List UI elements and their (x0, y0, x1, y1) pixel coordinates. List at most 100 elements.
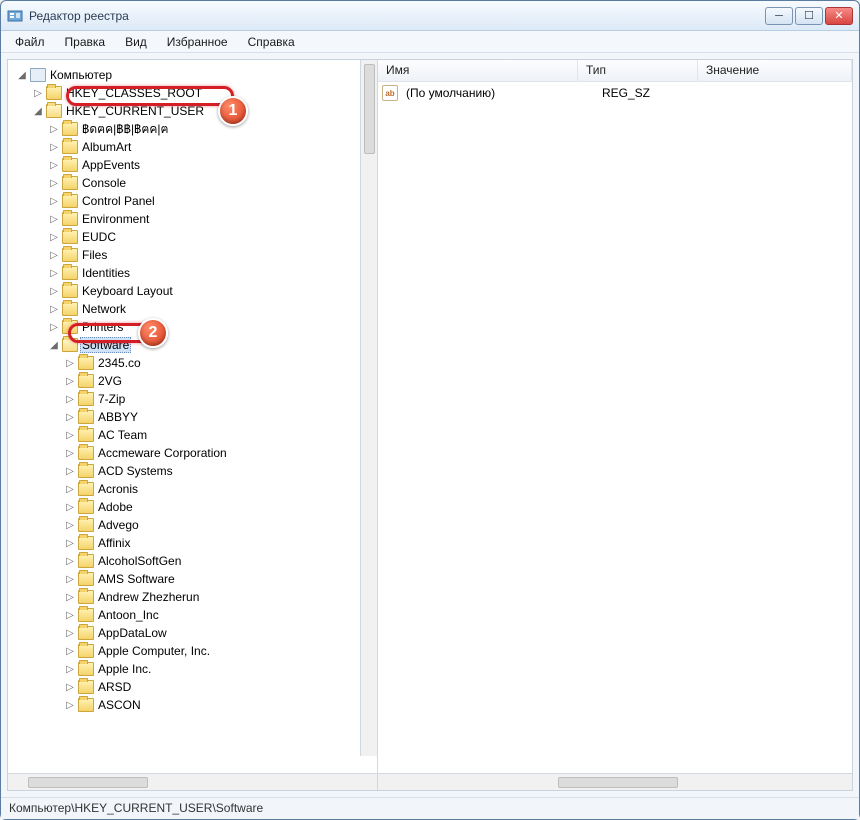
expand-icon[interactable]: ▷ (64, 645, 76, 657)
tree-horizontal-scrollbar[interactable] (8, 773, 377, 790)
folder-icon (78, 500, 94, 514)
expand-icon[interactable]: ▷ (64, 447, 76, 459)
tree-item[interactable]: ▷ARSD (64, 678, 359, 696)
tree-item[interactable]: ▷EUDC (48, 228, 359, 246)
tree-item[interactable]: ▷AC Team (64, 426, 359, 444)
close-button[interactable]: ✕ (825, 7, 853, 25)
tree-item[interactable]: ▷Environment (48, 210, 359, 228)
tree-item[interactable]: ▷Acronis (64, 480, 359, 498)
expand-icon[interactable]: ▷ (48, 159, 60, 171)
tree-item[interactable]: ▷ASCON (64, 696, 359, 714)
tree-item[interactable]: ▷ Antoon_Inc (64, 606, 359, 624)
tree-item[interactable]: ▷฿ดฅค|฿฿|฿ฅค|ฅ (48, 120, 359, 138)
values-horizontal-scrollbar[interactable] (378, 773, 852, 790)
expand-icon[interactable]: ▷ (48, 123, 60, 135)
expand-icon[interactable]: ▷ (64, 465, 76, 477)
expand-icon[interactable]: ▷ (64, 483, 76, 495)
collapse-icon[interactable]: ◢ (16, 69, 28, 81)
tree-item[interactable]: ▷Identities (48, 264, 359, 282)
expand-icon[interactable]: ▷ (64, 501, 76, 513)
column-type[interactable]: Тип (578, 60, 698, 81)
expand-icon[interactable]: ▷ (64, 375, 76, 387)
value-row[interactable]: ab (По умолчанию) REG_SZ (382, 84, 848, 102)
titlebar[interactable]: Редактор реестра ─ ☐ ✕ (1, 1, 859, 31)
expand-icon[interactable]: ▷ (64, 681, 76, 693)
tree-item[interactable]: ▷7-Zip (64, 390, 359, 408)
maximize-button[interactable]: ☐ (795, 7, 823, 25)
computer-icon (30, 68, 46, 82)
tree-item[interactable]: ▷ Accmeware Corporation (64, 444, 359, 462)
tree-item-hkcu[interactable]: ◢ HKEY_CURRENT_USER (32, 102, 359, 120)
tree-item[interactable]: ▷Apple Computer, Inc. (64, 642, 359, 660)
expand-icon[interactable]: ▷ (48, 141, 60, 153)
expand-icon[interactable]: ▷ (48, 177, 60, 189)
expand-icon[interactable]: ▷ (64, 393, 76, 405)
expand-icon[interactable]: ▷ (64, 663, 76, 675)
tree-item[interactable]: ▷Advego (64, 516, 359, 534)
tree-item[interactable]: ▷Adobe (64, 498, 359, 516)
tree-item[interactable]: ▷2VG (64, 372, 359, 390)
expand-icon[interactable]: ▷ (64, 537, 76, 549)
folder-icon (78, 572, 94, 586)
tree-item-hkcr[interactable]: ▷ HKEY_CLASSES_ROOT (32, 84, 359, 102)
column-name[interactable]: Имя (378, 60, 578, 81)
tree-item[interactable]: ▷Files (48, 246, 359, 264)
tree-item[interactable]: ▷AMS Software (64, 570, 359, 588)
column-value[interactable]: Значение (698, 60, 852, 81)
registry-tree[interactable]: ◢ Компьютер ▷ HKEY_CLASSES_ROOT (8, 60, 377, 773)
menu-view[interactable]: Вид (117, 33, 155, 51)
tree-item[interactable]: ▷Keyboard Layout (48, 282, 359, 300)
tree-item[interactable]: ▷Andrew Zhezherun (64, 588, 359, 606)
tree-item[interactable]: ▷Affinix (64, 534, 359, 552)
tree-item[interactable]: ▷AppDataLow (64, 624, 359, 642)
values-list[interactable]: ab (По умолчанию) REG_SZ (378, 82, 852, 773)
expand-icon[interactable]: ▷ (48, 213, 60, 225)
expand-icon[interactable]: ▷ (64, 627, 76, 639)
expand-icon[interactable]: ▷ (48, 321, 60, 333)
expand-icon[interactable]: ▷ (48, 285, 60, 297)
menu-edit[interactable]: Правка (57, 33, 114, 51)
expand-icon[interactable]: ▷ (64, 555, 76, 567)
minimize-button[interactable]: ─ (765, 7, 793, 25)
expand-icon[interactable]: ▷ (64, 519, 76, 531)
menu-file[interactable]: Файл (7, 33, 53, 51)
tree-item[interactable]: ▷Console (48, 174, 359, 192)
tree-item[interactable]: ▷ABBYY (64, 408, 359, 426)
expand-icon[interactable]: ▷ (64, 429, 76, 441)
expand-icon[interactable]: ▷ (48, 231, 60, 243)
expand-icon[interactable]: ▷ (64, 699, 76, 711)
expand-icon[interactable]: ▷ (64, 357, 76, 369)
expand-icon[interactable]: ▷ (48, 303, 60, 315)
expand-icon[interactable]: ▷ (48, 249, 60, 261)
menu-favorites[interactable]: Избранное (159, 33, 236, 51)
tree-item[interactable]: ◢Software (48, 336, 359, 354)
expand-icon[interactable]: ▷ (64, 573, 76, 585)
tree-label: Accmeware Corporation (96, 446, 229, 460)
collapse-icon[interactable]: ◢ (48, 339, 60, 351)
expand-icon[interactable]: ▷ (64, 591, 76, 603)
tree-item[interactable]: ▷AlbumArt (48, 138, 359, 156)
expand-icon[interactable]: ▷ (64, 609, 76, 621)
scrollbar-thumb[interactable] (558, 777, 678, 788)
menu-help[interactable]: Справка (240, 33, 303, 51)
tree-item[interactable]: ▷Control Panel (48, 192, 359, 210)
tree-item[interactable]: ▷2345.co (64, 354, 359, 372)
scrollbar-thumb[interactable] (364, 64, 375, 154)
tree-item[interactable]: ▷Printers (48, 318, 359, 336)
folder-icon (62, 266, 78, 280)
scrollbar-thumb[interactable] (28, 777, 148, 788)
expand-icon[interactable]: ▷ (48, 267, 60, 279)
expand-icon[interactable]: ▷ (32, 87, 44, 99)
expand-icon[interactable]: ▷ (48, 195, 60, 207)
tree-item[interactable]: ▷AppEvents (48, 156, 359, 174)
folder-icon (78, 464, 94, 478)
collapse-icon[interactable]: ◢ (32, 105, 44, 117)
tree-item[interactable]: ▷ACD Systems (64, 462, 359, 480)
tree-label: Antoon_Inc (96, 608, 161, 622)
tree-item[interactable]: ▷Apple Inc. (64, 660, 359, 678)
tree-vertical-scrollbar[interactable] (360, 60, 377, 756)
tree-item[interactable]: ▷Network (48, 300, 359, 318)
expand-icon[interactable]: ▷ (64, 411, 76, 423)
tree-root-computer[interactable]: ◢ Компьютер (16, 66, 359, 84)
tree-item[interactable]: ▷AlcoholSoftGen (64, 552, 359, 570)
